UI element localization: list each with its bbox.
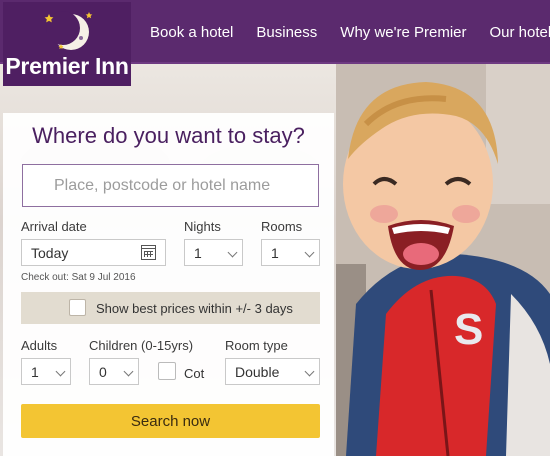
children-label: Children (0-15yrs) bbox=[89, 338, 194, 353]
checkout-date: Check out: Sat 9 Jul 2016 bbox=[21, 272, 136, 283]
best-prices-checkbox[interactable] bbox=[69, 299, 86, 316]
nights-value: 1 bbox=[194, 244, 202, 261]
chevron-down-icon bbox=[304, 366, 315, 377]
search-input[interactable] bbox=[23, 165, 318, 206]
cot-label: Cot bbox=[184, 366, 205, 381]
arrival-date-label: Arrival date bbox=[21, 219, 87, 234]
calendar-icon[interactable] bbox=[141, 245, 156, 260]
adults-select[interactable]: 1 bbox=[21, 358, 71, 385]
best-prices-label: Show best prices within +/- 3 days bbox=[96, 301, 293, 316]
adults-label: Adults bbox=[21, 338, 58, 353]
best-prices-row[interactable]: Show best prices within +/- 3 days bbox=[21, 292, 320, 324]
arrival-date-value: Today bbox=[31, 244, 69, 261]
booking-title: Where do you want to stay? bbox=[32, 123, 305, 148]
chevron-down-icon bbox=[227, 247, 238, 258]
nights-select[interactable]: 1 bbox=[184, 239, 243, 266]
moon-logo-icon bbox=[44, 11, 93, 50]
svg-text:S: S bbox=[454, 305, 483, 354]
hero-photo: S bbox=[336, 64, 550, 456]
brand-logo[interactable]: Premier Inn bbox=[3, 2, 131, 86]
room-type-select[interactable]: Double bbox=[225, 358, 320, 385]
main-nav: Book a hotel Business Why we're Premier … bbox=[150, 0, 550, 64]
nav-book-a-hotel[interactable]: Book a hotel bbox=[150, 24, 233, 41]
rooms-label: Rooms bbox=[261, 219, 303, 234]
children-value: 0 bbox=[99, 363, 107, 380]
nights-label: Nights bbox=[184, 219, 221, 234]
search-field[interactable] bbox=[22, 164, 319, 207]
chevron-down-icon bbox=[304, 247, 315, 258]
search-now-button[interactable]: Search now bbox=[21, 404, 320, 438]
brand-name: Premier Inn bbox=[5, 53, 129, 79]
nav-why-premier[interactable]: Why we're Premier bbox=[340, 24, 466, 41]
children-select[interactable]: 0 bbox=[89, 358, 139, 385]
adults-value: 1 bbox=[31, 363, 39, 380]
rooms-value: 1 bbox=[271, 244, 279, 261]
chevron-down-icon bbox=[55, 366, 66, 377]
room-type-value: Double bbox=[235, 363, 280, 380]
rooms-select[interactable]: 1 bbox=[261, 239, 320, 266]
room-type-label: Room type bbox=[225, 338, 288, 353]
chevron-down-icon bbox=[123, 366, 134, 377]
arrival-date-field[interactable]: Today bbox=[21, 239, 166, 266]
nav-business[interactable]: Business bbox=[256, 24, 317, 41]
booking-panel: Where do you want to stay? Arrival date … bbox=[3, 113, 334, 456]
child-illustration: S bbox=[336, 64, 550, 456]
cot-checkbox[interactable] bbox=[158, 362, 176, 380]
nav-our-hotels[interactable]: Our hotels bbox=[490, 24, 550, 41]
